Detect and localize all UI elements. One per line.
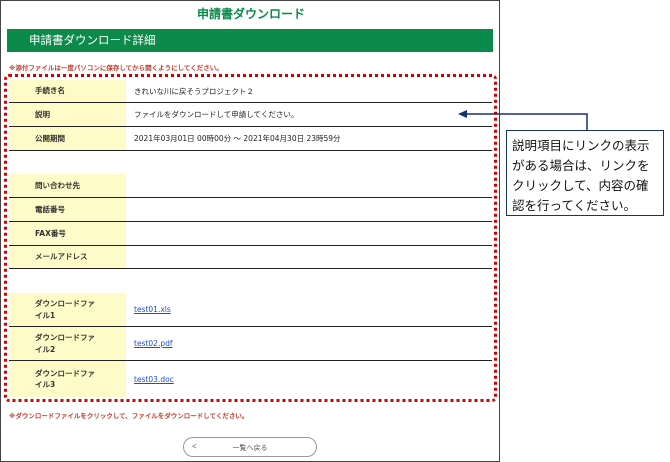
callout-line: 認を行ってください。 [512,198,637,213]
callout-line: がある場合は、リンクを [512,158,650,173]
callout-line: クリックして、内容の確 [512,178,649,193]
arrow-left-icon [458,110,467,118]
callout-arrow [458,110,588,131]
callout-line: 説明項目にリンクの表示 [512,138,650,153]
annotation-callout: 説明項目にリンクの表示 がある場合は、リンクを クリックして、内容の確 認を行っ… [506,130,664,216]
